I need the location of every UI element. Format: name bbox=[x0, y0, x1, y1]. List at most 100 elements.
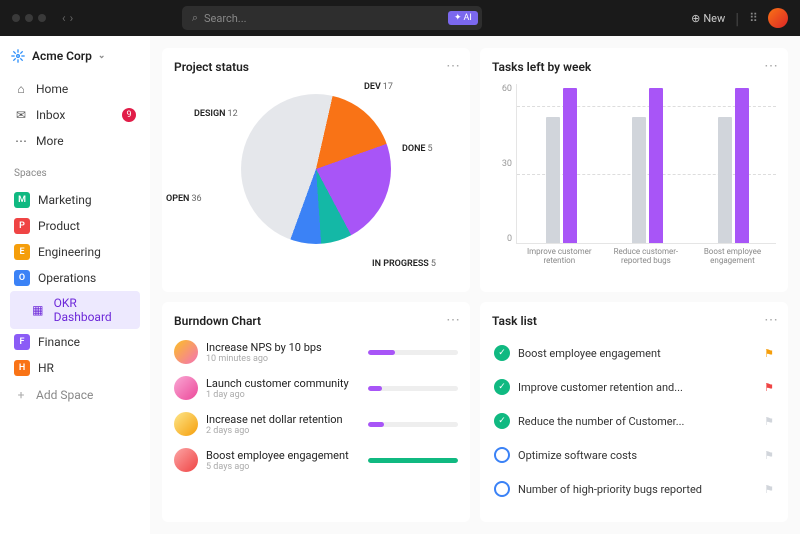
checkmark-icon[interactable]: ✓ bbox=[494, 345, 510, 361]
apps-icon[interactable]: ⠿ bbox=[749, 11, 758, 25]
search-placeholder: Search... bbox=[204, 12, 247, 25]
card-task-list: Task list ⋯ ✓ Boost employee engagement … bbox=[480, 302, 788, 522]
topbar-right: ⊕ New | ⠿ bbox=[691, 8, 788, 28]
bar-group bbox=[611, 88, 684, 243]
space-label: Finance bbox=[38, 335, 80, 349]
avatar bbox=[174, 448, 198, 472]
card-menu-icon[interactable]: ⋯ bbox=[764, 312, 778, 328]
card-menu-icon[interactable]: ⋯ bbox=[764, 58, 778, 74]
task-label: Improve customer retention and... bbox=[518, 381, 683, 394]
pie-label: DEV 17 bbox=[364, 82, 393, 92]
avatar bbox=[174, 376, 198, 400]
bar bbox=[632, 117, 646, 243]
burndown-time: 2 days ago bbox=[206, 426, 360, 436]
space-label: OKR Dashboard bbox=[54, 296, 136, 324]
sidebar-item-finance[interactable]: F Finance bbox=[10, 329, 140, 355]
task-item[interactable]: ✓ Boost employee engagement ⚑ bbox=[492, 338, 776, 368]
bar bbox=[563, 88, 577, 243]
new-button[interactable]: ⊕ New bbox=[691, 12, 725, 25]
burndown-item[interactable]: Launch customer community1 day ago bbox=[174, 376, 458, 400]
nav-icon: ⋯ bbox=[14, 134, 28, 148]
burndown-title: Boost employee engagement bbox=[206, 449, 360, 462]
bar-category-label: Reduce customer-reported bugs bbox=[603, 246, 690, 274]
sidebar-item-product[interactable]: PProduct bbox=[10, 213, 140, 239]
task-label: Reduce the number of Customer... bbox=[518, 415, 684, 428]
nav-label: Inbox bbox=[36, 108, 65, 122]
task-item[interactable]: ✓ Reduce the number of Customer... ⚑ bbox=[492, 406, 776, 436]
burndown-time: 10 minutes ago bbox=[206, 354, 360, 364]
search-input[interactable]: ⌕ Search... ✦ AI bbox=[182, 6, 482, 30]
sidebar: Acme Corp ⌄ ⌂Home✉Inbox9⋯More Spaces MMa… bbox=[0, 36, 150, 534]
nav-icon: ⌂ bbox=[14, 82, 28, 96]
burndown-item[interactable]: Increase NPS by 10 bps10 minutes ago bbox=[174, 340, 458, 364]
bar bbox=[649, 88, 663, 243]
sidebar-item-okr-dashboard[interactable]: ▦ OKR Dashboard bbox=[10, 291, 140, 329]
avatar bbox=[174, 340, 198, 364]
flag-icon[interactable]: ⚑ bbox=[764, 381, 774, 394]
circle-icon[interactable] bbox=[494, 447, 510, 463]
space-letter-icon: E bbox=[14, 244, 30, 260]
space-letter-icon: P bbox=[14, 218, 30, 234]
pie-label: DONE 5 bbox=[402, 144, 433, 154]
nav-arrows: ‹ › bbox=[62, 11, 73, 25]
task-item[interactable]: Number of high-priority bugs reported ⚑ bbox=[492, 474, 776, 504]
sidebar-item-operations[interactable]: OOperations bbox=[10, 265, 140, 291]
nav-inbox[interactable]: ✉Inbox9 bbox=[10, 102, 140, 128]
card-title: Project status bbox=[174, 60, 458, 74]
dashboard-icon: ▦ bbox=[30, 302, 46, 318]
burndown-item[interactable]: Boost employee engagement5 days ago bbox=[174, 448, 458, 472]
plus-icon: + bbox=[14, 388, 28, 402]
bar bbox=[546, 117, 560, 243]
pie-label: DESIGN 12 bbox=[194, 109, 238, 119]
ai-badge[interactable]: ✦ AI bbox=[448, 11, 478, 25]
card-title: Burndown Chart bbox=[174, 314, 458, 328]
org-switcher[interactable]: Acme Corp ⌄ bbox=[10, 48, 140, 64]
burndown-title: Increase net dollar retention bbox=[206, 413, 360, 426]
nav-more[interactable]: ⋯ More bbox=[10, 128, 140, 154]
pie-chart: OPEN 36DESIGN 12DEV 17DONE 5IN PROGRESS … bbox=[174, 74, 458, 274]
task-item[interactable]: ✓ Improve customer retention and... ⚑ bbox=[492, 372, 776, 402]
card-menu-icon[interactable]: ⋯ bbox=[446, 312, 460, 328]
window-dot[interactable] bbox=[25, 14, 33, 22]
checkmark-icon[interactable]: ✓ bbox=[494, 379, 510, 395]
forward-icon[interactable]: › bbox=[70, 11, 74, 25]
task-label: Boost employee engagement bbox=[518, 347, 661, 360]
progress-bar bbox=[368, 422, 458, 427]
pie-label: OPEN 36 bbox=[166, 194, 202, 204]
sidebar-item-hr[interactable]: HHR bbox=[10, 355, 140, 381]
nav-icon: ✉ bbox=[14, 108, 28, 122]
flag-icon[interactable]: ⚑ bbox=[764, 483, 774, 496]
burndown-time: 5 days ago bbox=[206, 462, 360, 472]
divider: | bbox=[735, 9, 739, 28]
user-avatar[interactable] bbox=[768, 8, 788, 28]
card-tasks-left: Tasks left by week ⋯ 60300 Improve custo… bbox=[480, 48, 788, 292]
card-burndown: Burndown Chart ⋯ Increase NPS by 10 bps1… bbox=[162, 302, 470, 522]
circle-icon[interactable] bbox=[494, 481, 510, 497]
sidebar-item-marketing[interactable]: MMarketing bbox=[10, 187, 140, 213]
progress-bar bbox=[368, 458, 458, 463]
card-title: Task list bbox=[492, 314, 776, 328]
card-menu-icon[interactable]: ⋯ bbox=[446, 58, 460, 74]
flag-icon[interactable]: ⚑ bbox=[764, 415, 774, 428]
window-dot[interactable] bbox=[12, 14, 20, 22]
nav-home[interactable]: ⌂ Home bbox=[10, 76, 140, 102]
burndown-item[interactable]: Increase net dollar retention2 days ago bbox=[174, 412, 458, 436]
bar bbox=[735, 88, 749, 243]
back-icon[interactable]: ‹ bbox=[62, 11, 66, 25]
org-icon bbox=[10, 48, 26, 64]
nav-label: More bbox=[36, 134, 64, 148]
app-topbar: ‹ › ⌕ Search... ✦ AI ⊕ New | ⠿ bbox=[0, 0, 800, 36]
card-project-status: Project status ⋯ OPEN 36 DESIGN 12 DEV 17 D… bbox=[162, 48, 470, 292]
flag-icon[interactable]: ⚑ bbox=[764, 347, 774, 360]
nav-label: Home bbox=[36, 82, 68, 96]
sidebar-item-engineering[interactable]: EEngineering bbox=[10, 239, 140, 265]
space-letter-icon: F bbox=[14, 334, 30, 350]
bar-chart: 60300 Improve customer retentionReduce c… bbox=[492, 74, 776, 274]
checkmark-icon[interactable]: ✓ bbox=[494, 413, 510, 429]
add-space-button[interactable]: + Add Space bbox=[10, 383, 140, 407]
flag-icon[interactable]: ⚑ bbox=[764, 449, 774, 462]
task-item[interactable]: Optimize software costs ⚑ bbox=[492, 440, 776, 470]
org-name: Acme Corp bbox=[32, 49, 92, 63]
window-dot[interactable] bbox=[38, 14, 46, 22]
burndown-time: 1 day ago bbox=[206, 390, 360, 400]
